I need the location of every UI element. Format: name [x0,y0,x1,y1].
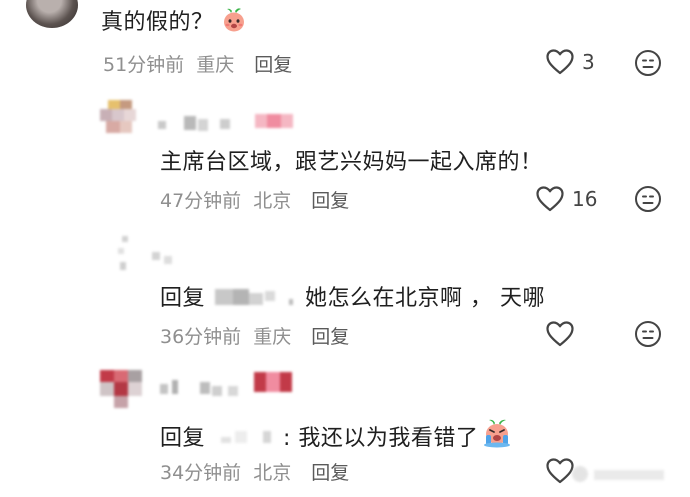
reply-prefix: 回复 [160,426,206,451]
dislike-face-icon[interactable] [634,320,662,348]
comment-body: 真的假的？ [101,10,214,35]
heart-icon [546,49,574,75]
comment-body: : 我还以为我看错了 [283,426,479,451]
peach-face-icon [221,7,247,39]
reply-button[interactable]: 回复 [311,186,349,213]
watermark [572,462,672,486]
avatar[interactable] [26,0,78,28]
heart-icon [546,321,574,347]
reply-button[interactable]: 回复 [311,322,349,349]
heart-icon [546,458,574,484]
avatar[interactable] [100,100,136,140]
comment-location: 北京 [253,462,292,484]
reply-prefix: 回复 [160,286,206,311]
comment-location: 北京 [253,190,292,212]
censored-username[interactable] [158,113,238,133]
dislike-face-icon[interactable] [634,49,662,77]
censored-badge [255,112,293,132]
comment-time: 34分钟前 [160,462,242,484]
reply-button[interactable]: 回复 [311,458,349,485]
avatar[interactable] [100,370,142,414]
censored-mention[interactable] [215,285,299,307]
like-button[interactable]: 3 [546,49,595,75]
comment-meta: 36分钟前 重庆 回复 [160,322,349,349]
like-count: 3 [582,50,595,74]
censored-badge [254,372,292,396]
comment-meta: 34分钟前 北京 回复 [160,458,349,485]
reply-button[interactable]: 回复 [254,50,292,77]
comment-body: 她怎么在北京啊 ， 天哪 [305,286,546,311]
comment-location: 重庆 [196,54,235,76]
heart-icon [536,186,564,212]
like-button[interactable] [546,321,582,347]
comment-text: 回复 她怎么在北京啊 ， 天哪 [160,280,545,312]
comment-time: 51分钟前 [103,54,185,76]
comment-time: 47分钟前 [160,190,242,212]
dislike-face-icon[interactable] [634,185,662,213]
comment-body: 主席台区域，跟艺兴妈妈一起入席的！ [160,150,543,175]
comment-time: 36分钟前 [160,326,242,348]
comment-meta: 47分钟前 北京 回复 [160,186,349,213]
censored-username[interactable] [160,378,250,398]
like-button[interactable]: 16 [536,186,597,212]
comment-meta: 51分钟前 重庆 回复 [103,50,292,77]
comment-location: 重庆 [253,326,292,348]
censored-username[interactable] [152,252,176,266]
comment-text: 主席台区域，跟艺兴妈妈一起入席的！ [160,144,543,176]
like-count: 16 [572,187,598,211]
crying-peach-face-icon [482,418,512,454]
censored-mention[interactable] [215,425,279,447]
comment-text: 回复 : 我还以为我看错了 [160,418,512,454]
avatar[interactable] [118,236,148,276]
comment-text: 真的假的？ [101,4,247,39]
